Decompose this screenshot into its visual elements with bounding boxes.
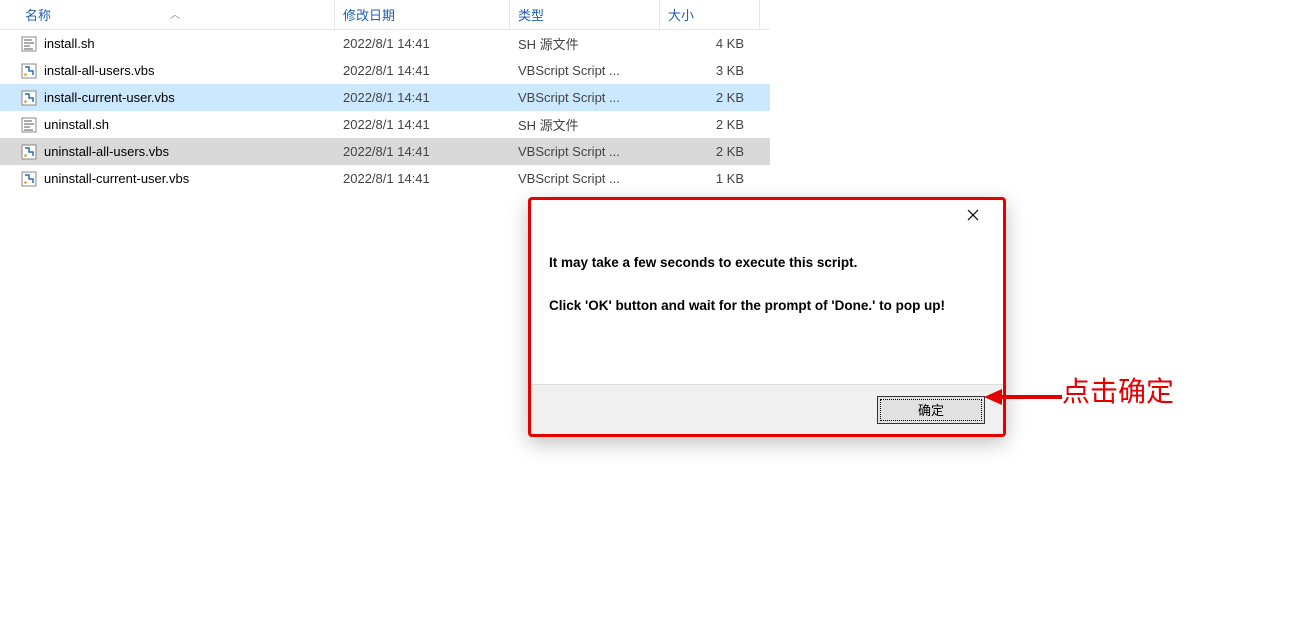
column-header-size-label: 大小	[668, 5, 694, 24]
vbs-file-icon	[20, 143, 38, 161]
close-icon	[967, 209, 979, 221]
file-name: uninstall.sh	[44, 117, 335, 132]
file-row[interactable]: install.sh2022/8/1 14:41SH 源文件4 KB	[0, 30, 770, 57]
sh-file-icon	[20, 116, 38, 134]
annotation-arrow-icon	[984, 377, 1064, 417]
column-header-type-label: 类型	[518, 5, 544, 24]
dialog-footer: 确定	[531, 384, 1003, 434]
annotation-text: 点击确定	[1062, 370, 1174, 410]
script-dialog: It may take a few seconds to execute thi…	[528, 197, 1006, 437]
column-header-date[interactable]: 修改日期	[335, 0, 510, 29]
dialog-message-line2: Click 'OK' button and wait for the promp…	[549, 297, 985, 316]
vbs-file-icon	[20, 62, 38, 80]
dialog-body: It may take a few seconds to execute thi…	[531, 230, 1003, 326]
file-type: SH 源文件	[510, 34, 660, 53]
file-size: 4 KB	[660, 36, 752, 51]
sh-file-icon	[20, 35, 38, 53]
file-name: install-all-users.vbs	[44, 63, 335, 78]
column-header-name-label: 名称	[25, 5, 51, 24]
file-date: 2022/8/1 14:41	[335, 144, 510, 159]
file-name: install-current-user.vbs	[44, 90, 335, 105]
dialog-close-button[interactable]	[953, 201, 993, 229]
file-row[interactable]: uninstall-all-users.vbs2022/8/1 14:41VBS…	[0, 138, 770, 165]
file-name: uninstall-current-user.vbs	[44, 171, 335, 186]
column-header-name[interactable]: 名称 ︿	[0, 0, 335, 29]
file-date: 2022/8/1 14:41	[335, 90, 510, 105]
dialog-message-line1: It may take a few seconds to execute thi…	[549, 254, 985, 273]
sort-indicator-icon: ︿	[170, 6, 180, 21]
file-date: 2022/8/1 14:41	[335, 117, 510, 132]
file-name: uninstall-all-users.vbs	[44, 144, 335, 159]
column-header-row: 名称 ︿ 修改日期 类型 大小	[0, 0, 770, 30]
ok-button[interactable]: 确定	[877, 396, 985, 424]
vbs-file-icon	[20, 89, 38, 107]
file-type: SH 源文件	[510, 115, 660, 134]
file-type: VBScript Script ...	[510, 63, 660, 78]
file-row[interactable]: uninstall.sh2022/8/1 14:41SH 源文件2 KB	[0, 111, 770, 138]
file-type: VBScript Script ...	[510, 144, 660, 159]
file-type: VBScript Script ...	[510, 171, 660, 186]
dialog-titlebar[interactable]	[531, 200, 1003, 230]
file-size: 1 KB	[660, 171, 752, 186]
file-size: 2 KB	[660, 144, 752, 159]
file-row[interactable]: install-all-users.vbs2022/8/1 14:41VBScr…	[0, 57, 770, 84]
column-header-date-label: 修改日期	[343, 5, 395, 24]
vbs-file-icon	[20, 170, 38, 188]
file-date: 2022/8/1 14:41	[335, 36, 510, 51]
file-list-pane: 名称 ︿ 修改日期 类型 大小 install.sh2022/8/1 14:41…	[0, 0, 770, 192]
file-size: 3 KB	[660, 63, 752, 78]
file-type: VBScript Script ...	[510, 90, 660, 105]
file-date: 2022/8/1 14:41	[335, 171, 510, 186]
file-name: install.sh	[44, 36, 335, 51]
column-header-size[interactable]: 大小	[660, 0, 760, 29]
file-rows-container: install.sh2022/8/1 14:41SH 源文件4 KBinstal…	[0, 30, 770, 192]
file-size: 2 KB	[660, 117, 752, 132]
column-header-type[interactable]: 类型	[510, 0, 660, 29]
file-size: 2 KB	[660, 90, 752, 105]
file-date: 2022/8/1 14:41	[335, 63, 510, 78]
file-row[interactable]: uninstall-current-user.vbs2022/8/1 14:41…	[0, 165, 770, 192]
file-row[interactable]: install-current-user.vbs2022/8/1 14:41VB…	[0, 84, 770, 111]
